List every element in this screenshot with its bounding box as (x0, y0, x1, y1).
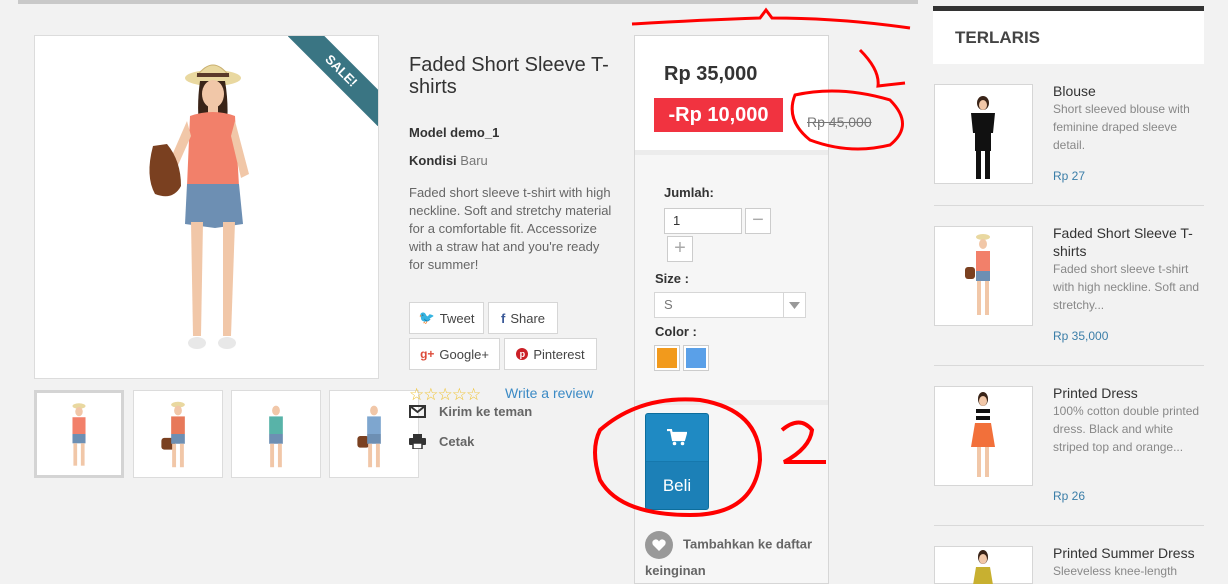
bestseller-image-2[interactable] (934, 226, 1033, 326)
size-select[interactable]: S (654, 292, 806, 318)
bestseller-price-2: Rp 35,000 (1053, 329, 1109, 343)
add-to-wishlist-link[interactable]: Tambahkan ke daftar keinginan (645, 531, 825, 582)
thumbnail-4[interactable] (329, 390, 419, 478)
quantity-label: Jumlah: (664, 185, 714, 200)
price-separator (635, 150, 828, 155)
bestseller-desc-1: Short sleeved blouse with feminine drape… (1053, 102, 1190, 152)
share-label: Share (510, 310, 546, 326)
condition-label: Kondisi (409, 153, 457, 168)
google-plus-button[interactable]: g+ Google+ (409, 338, 500, 370)
main-product-image[interactable]: SALE! (34, 35, 379, 379)
bestseller-desc-3: 100% cotton double printed dress. Black … (1053, 404, 1200, 454)
buy-label: Beli (646, 462, 708, 509)
sale-ribbon: SALE! (288, 36, 378, 126)
write-review-link[interactable]: Write a review (505, 385, 593, 401)
options-separator (635, 400, 828, 405)
color-label: Color : (655, 324, 697, 339)
color-swatch-orange[interactable] (654, 345, 680, 371)
bestseller-price-3: Rp 26 (1053, 489, 1086, 503)
pinterest-button[interactable]: p Pinterest (504, 338, 597, 370)
price-reduction: -Rp 10,000 (654, 98, 783, 132)
current-price: Rp 35,000 (664, 63, 758, 85)
chevron-down-icon (783, 293, 805, 317)
quantity-plus-button[interactable]: + (667, 236, 693, 262)
bestseller-price-1: Rp 27 (1053, 169, 1086, 183)
size-value: S (664, 297, 673, 312)
product-title: Faded Short Sleeve T-shirts (409, 54, 609, 98)
share-button[interactable]: f Share (488, 302, 558, 334)
condition-value: Baru (460, 153, 488, 168)
quantity-minus-button[interactable]: − (745, 208, 771, 234)
heart-icon (645, 531, 673, 559)
bestseller-image-3[interactable] (934, 386, 1033, 486)
sidebar-divider (934, 205, 1204, 206)
top-divider (18, 0, 918, 4)
rating-stars: ☆☆☆☆☆ (409, 385, 481, 404)
send-label: Kirim ke teman (439, 404, 533, 419)
print-link[interactable]: Cetak (409, 434, 474, 449)
google-label: Google+ (439, 346, 489, 362)
bestseller-name-1[interactable]: Blouse (1053, 82, 1213, 100)
product-condition: Kondisi Baru (409, 153, 488, 168)
twitter-icon: 🐦 (418, 310, 435, 325)
annotation-bracket-line (631, 7, 911, 30)
bestseller-name-4[interactable]: Printed Summer Dress (1053, 544, 1228, 562)
bestseller-name-3[interactable]: Printed Dress (1053, 384, 1213, 402)
pinterest-icon: p (516, 348, 529, 360)
bestseller-desc-2: Faded short sleeve t-shirt with high nec… (1053, 262, 1200, 312)
price-panel (635, 36, 828, 150)
quantity-input[interactable]: 1 (664, 208, 742, 234)
facebook-icon: f (500, 310, 506, 326)
send-to-friend-link[interactable]: Kirim ke teman (409, 404, 532, 419)
bestseller-name-2[interactable]: Faded Short Sleeve T-shirts (1053, 224, 1213, 260)
product-model: Model demo_1 (409, 125, 500, 140)
thumbnail-1[interactable] (34, 390, 124, 478)
sidebar-divider (934, 525, 1204, 526)
printer-icon (409, 434, 426, 449)
buy-button[interactable]: Beli (645, 413, 709, 510)
bestseller-image-1[interactable] (934, 84, 1033, 184)
thumbnail-2[interactable] (133, 390, 223, 478)
envelope-icon (409, 405, 426, 418)
tweet-label: Tweet (439, 310, 475, 326)
sidebar-title: TERLARIS (933, 11, 1204, 64)
cart-icon (646, 414, 708, 462)
thumbnail-3[interactable] (231, 390, 321, 478)
pinterest-label: Pinterest (533, 346, 585, 362)
color-swatch-blue[interactable] (683, 345, 709, 371)
bestseller-desc-4: Sleeveless knee-length (1053, 564, 1178, 578)
sale-badge: SALE! (288, 36, 378, 126)
old-price: Rp 45,000 (807, 114, 872, 130)
size-label: Size : (655, 271, 689, 286)
annotation-number-one (858, 48, 906, 88)
google-plus-icon: g+ (420, 347, 435, 361)
sidebar-divider (934, 365, 1204, 366)
print-label: Cetak (439, 434, 475, 449)
tweet-button[interactable]: 🐦 Tweet (409, 302, 484, 334)
bestseller-image-4[interactable] (934, 546, 1033, 584)
product-description: Faded short sleeve t-shirt with high nec… (409, 185, 612, 272)
